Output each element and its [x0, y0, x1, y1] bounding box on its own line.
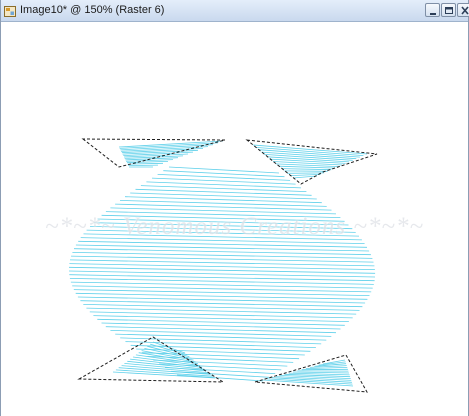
document-window: Image10* @ 150% (Raster 6) ~*~*~ Venomou…	[0, 0, 469, 416]
lens-stripe	[97, 218, 349, 226]
triangle-stripe	[126, 161, 169, 164]
close-icon	[461, 6, 469, 15]
lens-stripe	[75, 292, 368, 300]
close-button[interactable]	[457, 3, 469, 17]
lens-stripe	[69, 278, 374, 285]
triangle-stripe	[292, 371, 350, 374]
triangle-stripe	[281, 168, 332, 171]
lens-stripe	[70, 281, 373, 289]
psp-document-icon	[4, 4, 16, 17]
artwork	[68, 138, 378, 393]
lens-stripe	[83, 304, 360, 311]
title-bar[interactable]: Image10* @ 150% (Raster 6)	[1, 0, 469, 22]
lens-stripe	[69, 259, 375, 267]
lens-stripe	[68, 270, 376, 278]
lens-stripe	[119, 200, 327, 207]
triangle-stripe	[123, 153, 189, 158]
lens-stripe	[93, 222, 353, 230]
triangle-stripe	[127, 162, 164, 165]
triangle-stripe	[128, 164, 159, 166]
image-canvas[interactable]: ~*~*~ Venomous Creations ~*~*~	[1, 22, 468, 416]
lens-stripe	[110, 330, 332, 337]
lens-stripe	[77, 296, 366, 304]
lens-stripe	[80, 300, 363, 308]
maximize-button[interactable]	[441, 3, 456, 17]
lens-stripe	[78, 240, 368, 248]
triangle-stripe	[258, 149, 360, 158]
lens-stripe	[101, 322, 341, 330]
lens-stripe	[73, 248, 371, 256]
lens-stripe	[73, 289, 370, 296]
window-title: Image10* @ 150% (Raster 6)	[20, 4, 165, 16]
triangle-stripe	[255, 147, 364, 156]
lens-stripe	[93, 315, 349, 322]
selection-marquee	[77, 138, 378, 393]
string-art-hatching	[68, 140, 376, 387]
lens-stripe	[83, 233, 362, 241]
minimize-button[interactable]	[425, 3, 440, 17]
lens-stripe	[110, 207, 337, 215]
lens-stripe	[115, 333, 327, 341]
lens-stripe	[89, 226, 356, 233]
lens-stripe	[72, 252, 373, 259]
minimize-icon	[430, 13, 436, 15]
lens-stripe	[69, 263, 375, 270]
lens-stripe	[68, 266, 376, 274]
triangle-stripe	[292, 175, 318, 179]
lens-stripe	[80, 237, 365, 244]
lens-stripe	[101, 214, 345, 222]
lens-stripe	[75, 244, 370, 252]
maximize-icon	[445, 7, 453, 14]
lens-stripe	[69, 274, 375, 282]
lens-stripe	[97, 318, 345, 326]
lens-stripe	[105, 326, 337, 334]
selection-top-right	[245, 139, 378, 185]
selection-top-left	[81, 138, 226, 168]
lens-stripe	[86, 307, 357, 315]
lens-stripe	[105, 211, 341, 218]
